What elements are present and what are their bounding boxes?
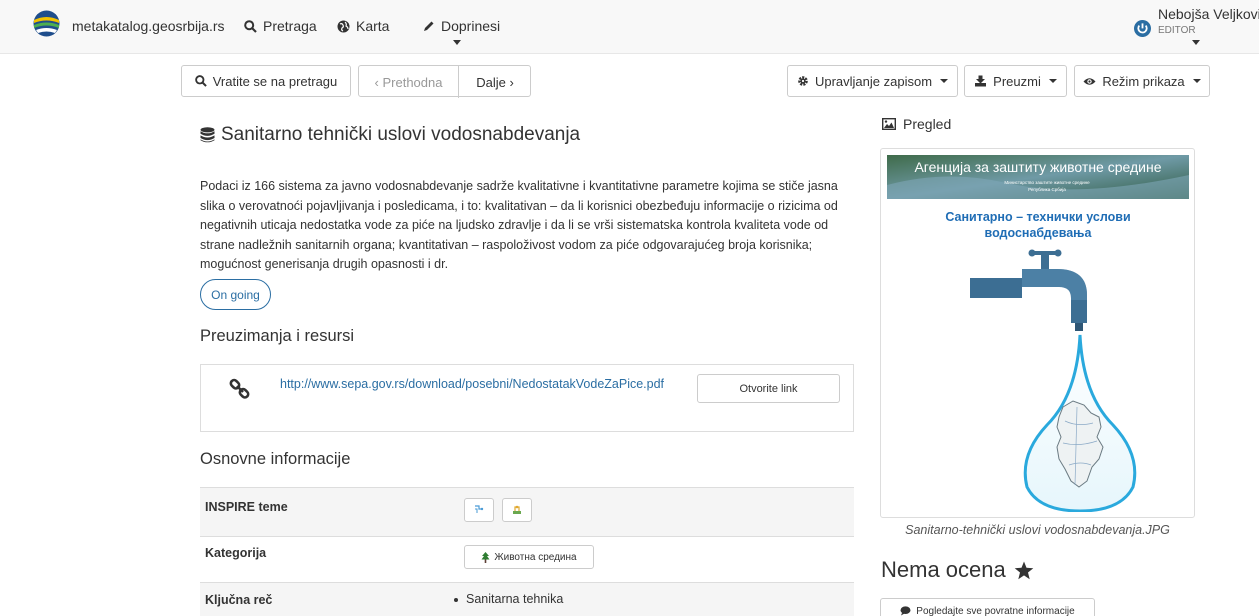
globe-icon [337,20,350,32]
view-all-feedback-label: Pogledajte sve povratne informacije [916,605,1075,616]
record-title: Sanitarno tehnički uslovi vodosnabdevanj… [200,124,580,146]
inspire-themes-label: INSPIRE teme [205,500,288,514]
category-label: Kategorija [205,546,267,560]
manage-record-label: Upravljanje zapisom [814,73,933,89]
view-mode-label: Režim prikaza [1102,73,1185,89]
user-name: Nebojša Veljković [1158,6,1259,22]
next-button[interactable]: Dalje › [459,66,531,98]
nav-map[interactable]: Karta [337,18,389,34]
preview-thumbnail[interactable]: Агенција за заштиту животне средине Мини… [880,148,1195,518]
search-icon [244,19,257,33]
list-item[interactable]: Sanitarna tehnika [466,592,563,606]
table-row: INSPIRE teme [200,487,854,536]
resource-url-link[interactable]: http://www.sepa.gov.rs/download/posebni/… [280,375,680,393]
back-to-search-button[interactable]: Vratite se na pretragu [181,65,351,97]
top-navbar: metakatalog.geosrbija.rs Pretraga Karta … [0,0,1259,54]
nav-contribute[interactable]: Doprinesi [422,18,500,34]
poster-title-line-1: Санитарно – технички услови [945,210,1130,224]
chevron-down-icon [1192,79,1201,83]
poster-banner-subtext-2: Република Србија [1028,187,1066,192]
geosrbija-logo-icon[interactable] [33,10,60,37]
chevron-down-icon [1048,79,1057,83]
bullet-icon [454,597,458,602]
keyword-label: Ključna reč [205,593,273,607]
power-icon [1134,20,1151,37]
record-title-text: Sanitarno tehnički uslovi vodosnabdevanj… [221,124,581,145]
water-supply-poster-image: Агенција за заштиту животне средине Мини… [887,155,1189,512]
prev-next-group: ‹ Prethodna Dalje › [358,65,531,98]
category-environment-label: Животна средина [494,551,577,563]
tree-icon [481,551,490,563]
rating-text: Nema ocena [881,557,1006,582]
chevron-down-icon [453,40,461,45]
eye-icon [1083,77,1096,85]
download-label: Preuzmi [993,73,1041,89]
image-icon [882,118,896,130]
comment-icon [900,606,911,616]
search-icon [194,75,207,87]
link-icon [229,378,250,399]
poster-banner-text: Агенција за заштиту животне средине [914,159,1161,175]
record-description: Podaci iz 166 sistema za javno vodosnabd… [200,179,838,271]
status-badge: On going [200,279,271,310]
basic-info-heading: Osnovne informacije [200,450,351,468]
table-row: Kategorija Животна средина [200,536,854,582]
utility-services-icon [513,505,521,514]
manage-record-button[interactable]: Upravljanje zapisom [787,65,958,97]
inspire-theme-utility-button[interactable] [502,498,532,522]
database-icon [200,127,215,143]
user-chevron-down-icon [1192,40,1200,45]
open-link-button[interactable]: Otvorite link [697,374,840,403]
view-all-feedback-button[interactable]: Pogledajte sve povratne informacije [880,598,1095,616]
download-button[interactable]: Preuzmi [964,65,1067,97]
resource-item: http://www.sepa.gov.rs/download/posebni/… [200,364,854,432]
rating-heading: Nema ocena [881,557,1034,583]
resources-heading: Preuzimanja i resursi [200,327,355,345]
poster-title-line-2: водоснабдевања [985,226,1093,240]
nav-search[interactable]: Pretraga [244,18,317,34]
inspire-theme-hydrography-button[interactable] [464,498,494,522]
view-mode-button[interactable]: Režim prikaza [1074,65,1210,97]
category-environment-button[interactable]: Животна средина [464,545,594,569]
preview-heading-text: Pregled [903,116,952,132]
previous-button[interactable]: ‹ Prethodna [359,66,459,98]
gear-icon [798,76,808,86]
table-row: Ključna reč Sanitarna tehnika [200,582,854,616]
user-role: EDITOR [1158,25,1196,36]
star-icon [1014,561,1034,579]
preview-caption: Sanitarno-tehnički uslovi vodosnabdevanj… [905,523,1170,537]
nav-search-label: Pretraga [263,18,317,34]
keyword-list: Sanitarna tehnika [454,592,563,606]
pencil-icon [424,21,434,31]
next-label: Dalje › [476,74,514,90]
brand-link[interactable]: metakatalog.geosrbija.rs [72,18,225,34]
nav-map-label: Karta [356,18,390,34]
faucet-illustration [970,249,1087,331]
hydrography-icon [475,505,484,513]
poster-banner-subtext: Министарство заштите животне средине [1004,180,1090,185]
previous-label: ‹ Prethodna [374,74,443,90]
preview-heading: Pregled [882,116,951,132]
chevron-down-icon [940,79,949,83]
back-to-search-label: Vratite se na pretragu [212,73,338,89]
nav-contribute-label: Doprinesi [441,18,501,34]
download-icon [975,75,987,87]
